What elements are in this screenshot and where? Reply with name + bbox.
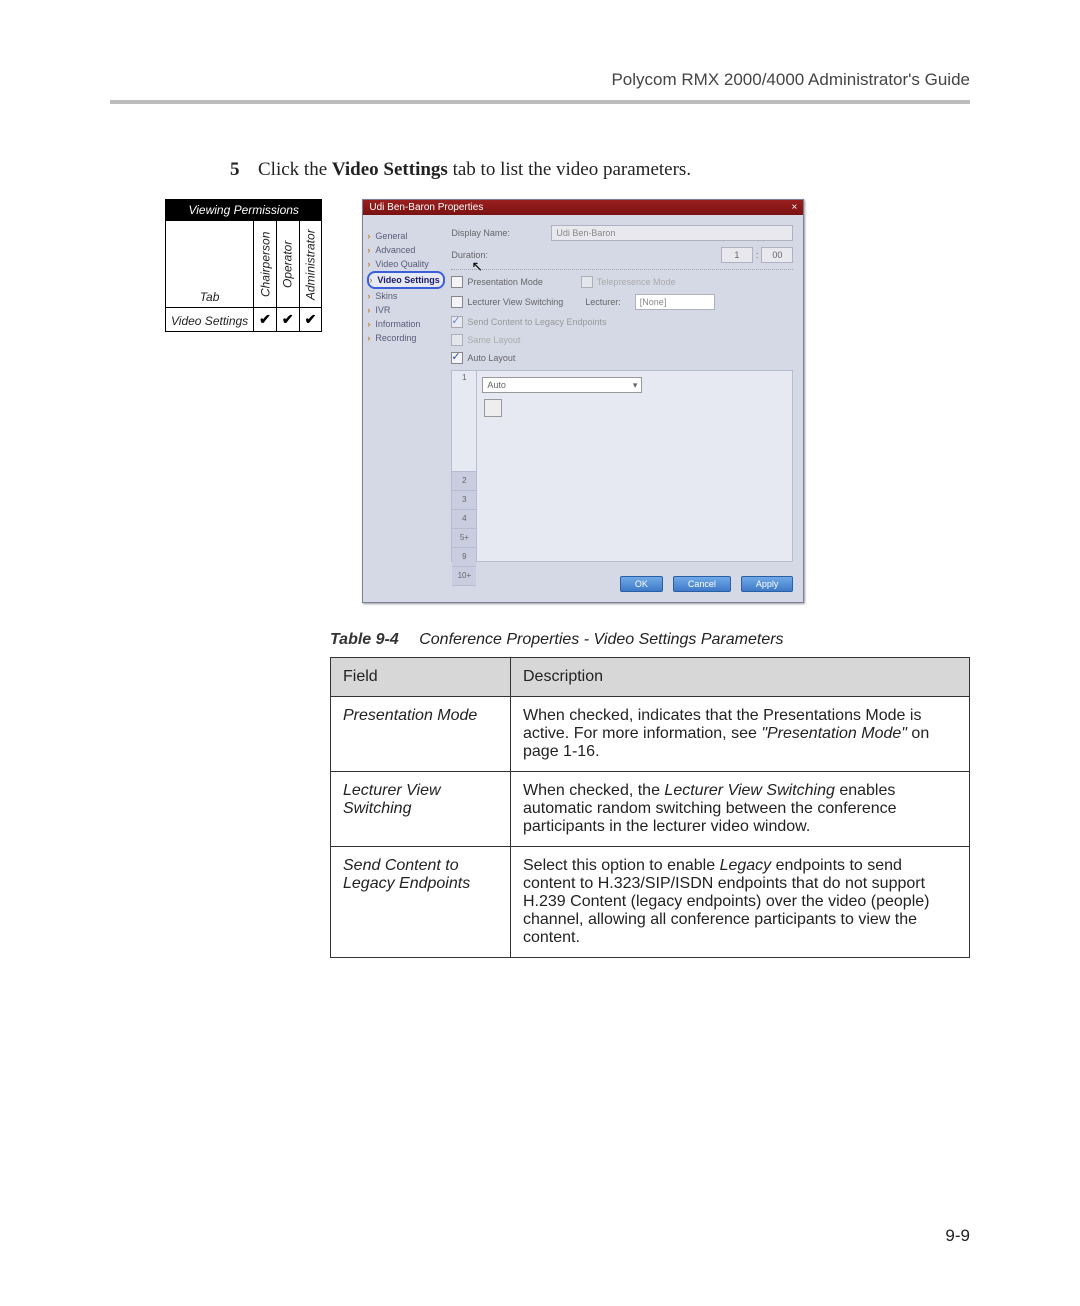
layout-tab-4[interactable]: 4 <box>452 510 476 529</box>
permissions-caption: Viewing Permissions <box>166 200 322 221</box>
field-lecturer-view: Lecturer View Switching <box>331 772 511 847</box>
auto-layout-label: Auto Layout <box>467 353 515 363</box>
cancel-button[interactable]: Cancel <box>673 576 731 592</box>
display-name-label: Display Name: <box>451 228 551 238</box>
duration-label: Duration: <box>451 250 551 260</box>
same-layout-checkbox <box>451 334 463 346</box>
close-icon[interactable]: × <box>792 202 798 213</box>
layout-tab-3[interactable]: 3 <box>452 491 476 510</box>
desc-text: Select this option to enable <box>523 857 720 874</box>
presentation-mode-checkbox[interactable] <box>451 276 463 288</box>
telepresence-mode-checkbox <box>581 276 593 288</box>
layout-auto-value: Auto <box>487 378 506 392</box>
step-number: 5 <box>230 159 258 181</box>
layout-auto-select[interactable]: Auto ▾ <box>482 377 642 393</box>
desc-ref: Legacy <box>720 857 772 874</box>
dialog-nav: General Advanced Video Quality Video Set… <box>367 225 445 562</box>
duration-hours[interactable]: 1 <box>721 247 753 263</box>
duration-sep: : <box>753 250 762 260</box>
permissions-col-tab: Tab <box>166 221 254 308</box>
table-number: Table 9-4 <box>330 631 399 648</box>
dialog-titlebar: Udi Ben-Baron Properties × <box>363 200 803 215</box>
layout-tab-9[interactable]: 9 <box>452 548 476 567</box>
table-row: Send Content to Legacy Endpoints Select … <box>331 847 970 958</box>
dialog-buttons: OK Cancel Apply <box>363 570 803 602</box>
table-caption: Table 9-4 Conference Properties - Video … <box>330 631 970 649</box>
layout-tabs: 1 2 3 4 5+ 9 10+ <box>452 371 477 561</box>
step-text-suffix: tab to list the video parameters. <box>448 159 691 180</box>
layout-tab-5[interactable]: 5+ <box>452 529 476 548</box>
layout-tab-10[interactable]: 10+ <box>452 567 476 586</box>
params-head-desc: Description <box>511 658 970 697</box>
permissions-row-label: Video Settings <box>166 308 254 332</box>
separator <box>451 269 793 270</box>
params-head-field: Field <box>331 658 511 697</box>
step-text-prefix: Click the <box>258 159 332 180</box>
send-content-label: Send Content to Legacy Endpoints <box>467 317 606 327</box>
step-text: Click the Video Settings tab to list the… <box>258 159 691 181</box>
cursor-icon: ↖ <box>471 258 483 275</box>
lecturer-view-switching-label: Lecturer View Switching <box>467 297 563 307</box>
desc-lecturer-view: When checked, the Lecturer View Switchin… <box>511 772 970 847</box>
display-name-input[interactable]: Udi Ben-Baron <box>551 225 793 241</box>
table-row: Presentation Mode When checked, indicate… <box>331 697 970 772</box>
field-presentation-mode: Presentation Mode <box>331 697 511 772</box>
nav-information[interactable]: Information <box>367 317 445 331</box>
table-row: Lecturer View Switching When checked, th… <box>331 772 970 847</box>
page-number: 9-9 <box>945 1226 970 1246</box>
check-icon: ✔ <box>305 311 317 327</box>
ok-button[interactable]: OK <box>620 576 663 592</box>
check-icon: ✔ <box>259 311 271 327</box>
permissions-col-admin: Administrator <box>299 221 322 308</box>
dialog-title: Udi Ben-Baron Properties <box>369 202 483 213</box>
permissions-col-chair: Chairperson <box>254 221 277 308</box>
desc-presentation-mode: When checked, indicates that the Present… <box>511 697 970 772</box>
header-guide-title: Polycom RMX 2000/4000 Administrator's Gu… <box>110 70 970 90</box>
nav-video-settings[interactable]: Video Settings <box>367 271 445 289</box>
layout-panel: 1 2 3 4 5+ 9 10+ Auto ▾ <box>451 370 793 562</box>
layout-tab-2[interactable]: 2 <box>452 472 476 491</box>
desc-text: When checked, the <box>523 782 664 799</box>
send-content-checkbox <box>451 316 463 328</box>
layout-tab-1[interactable]: 1 <box>452 371 476 472</box>
desc-ref: Lecturer View Switching <box>664 782 834 799</box>
dialog-form: ↖ Display Name: Udi Ben-Baron Duration: … <box>445 225 793 562</box>
apply-button[interactable]: Apply <box>741 576 794 592</box>
layout-thumbnail[interactable] <box>484 399 502 417</box>
telepresence-mode-label: Telepresence Mode <box>597 277 676 287</box>
chevron-down-icon: ▾ <box>633 378 638 392</box>
field-send-content: Send Content to Legacy Endpoints <box>331 847 511 958</box>
permissions-table: Viewing Permissions Tab Chairperson Oper… <box>165 199 322 332</box>
auto-layout-checkbox[interactable] <box>451 352 463 364</box>
same-layout-label: Same Layout <box>467 335 520 345</box>
lecturer-view-switching-checkbox[interactable] <box>451 296 463 308</box>
step-text-bold: Video Settings <box>332 159 448 180</box>
step-instruction: 5 Click the Video Settings tab to list t… <box>230 159 970 181</box>
presentation-mode-label: Presentation Mode <box>467 277 543 287</box>
desc-send-content: Select this option to enable Legacy endp… <box>511 847 970 958</box>
nav-recording[interactable]: Recording <box>367 331 445 345</box>
lecturer-label: Lecturer: <box>585 297 621 307</box>
header-rule <box>110 100 970 104</box>
nav-video-quality[interactable]: Video Quality <box>367 257 445 271</box>
nav-ivr[interactable]: IVR <box>367 303 445 317</box>
permissions-col-operator: Operator <box>276 221 299 308</box>
duration-minutes[interactable]: 00 <box>761 247 793 263</box>
desc-ref: "Presentation Mode" <box>761 725 907 742</box>
check-icon: ✔ <box>282 311 294 327</box>
lecturer-select[interactable]: [None] <box>635 294 715 310</box>
params-table: Field Description Presentation Mode When… <box>330 657 970 958</box>
properties-dialog: Udi Ben-Baron Properties × General Advan… <box>362 199 804 603</box>
nav-general[interactable]: General <box>367 229 445 243</box>
table-title: Conference Properties - Video Settings P… <box>419 631 783 648</box>
nav-advanced[interactable]: Advanced <box>367 243 445 257</box>
nav-skins[interactable]: Skins <box>367 289 445 303</box>
page: Polycom RMX 2000/4000 Administrator's Gu… <box>0 0 1080 1306</box>
